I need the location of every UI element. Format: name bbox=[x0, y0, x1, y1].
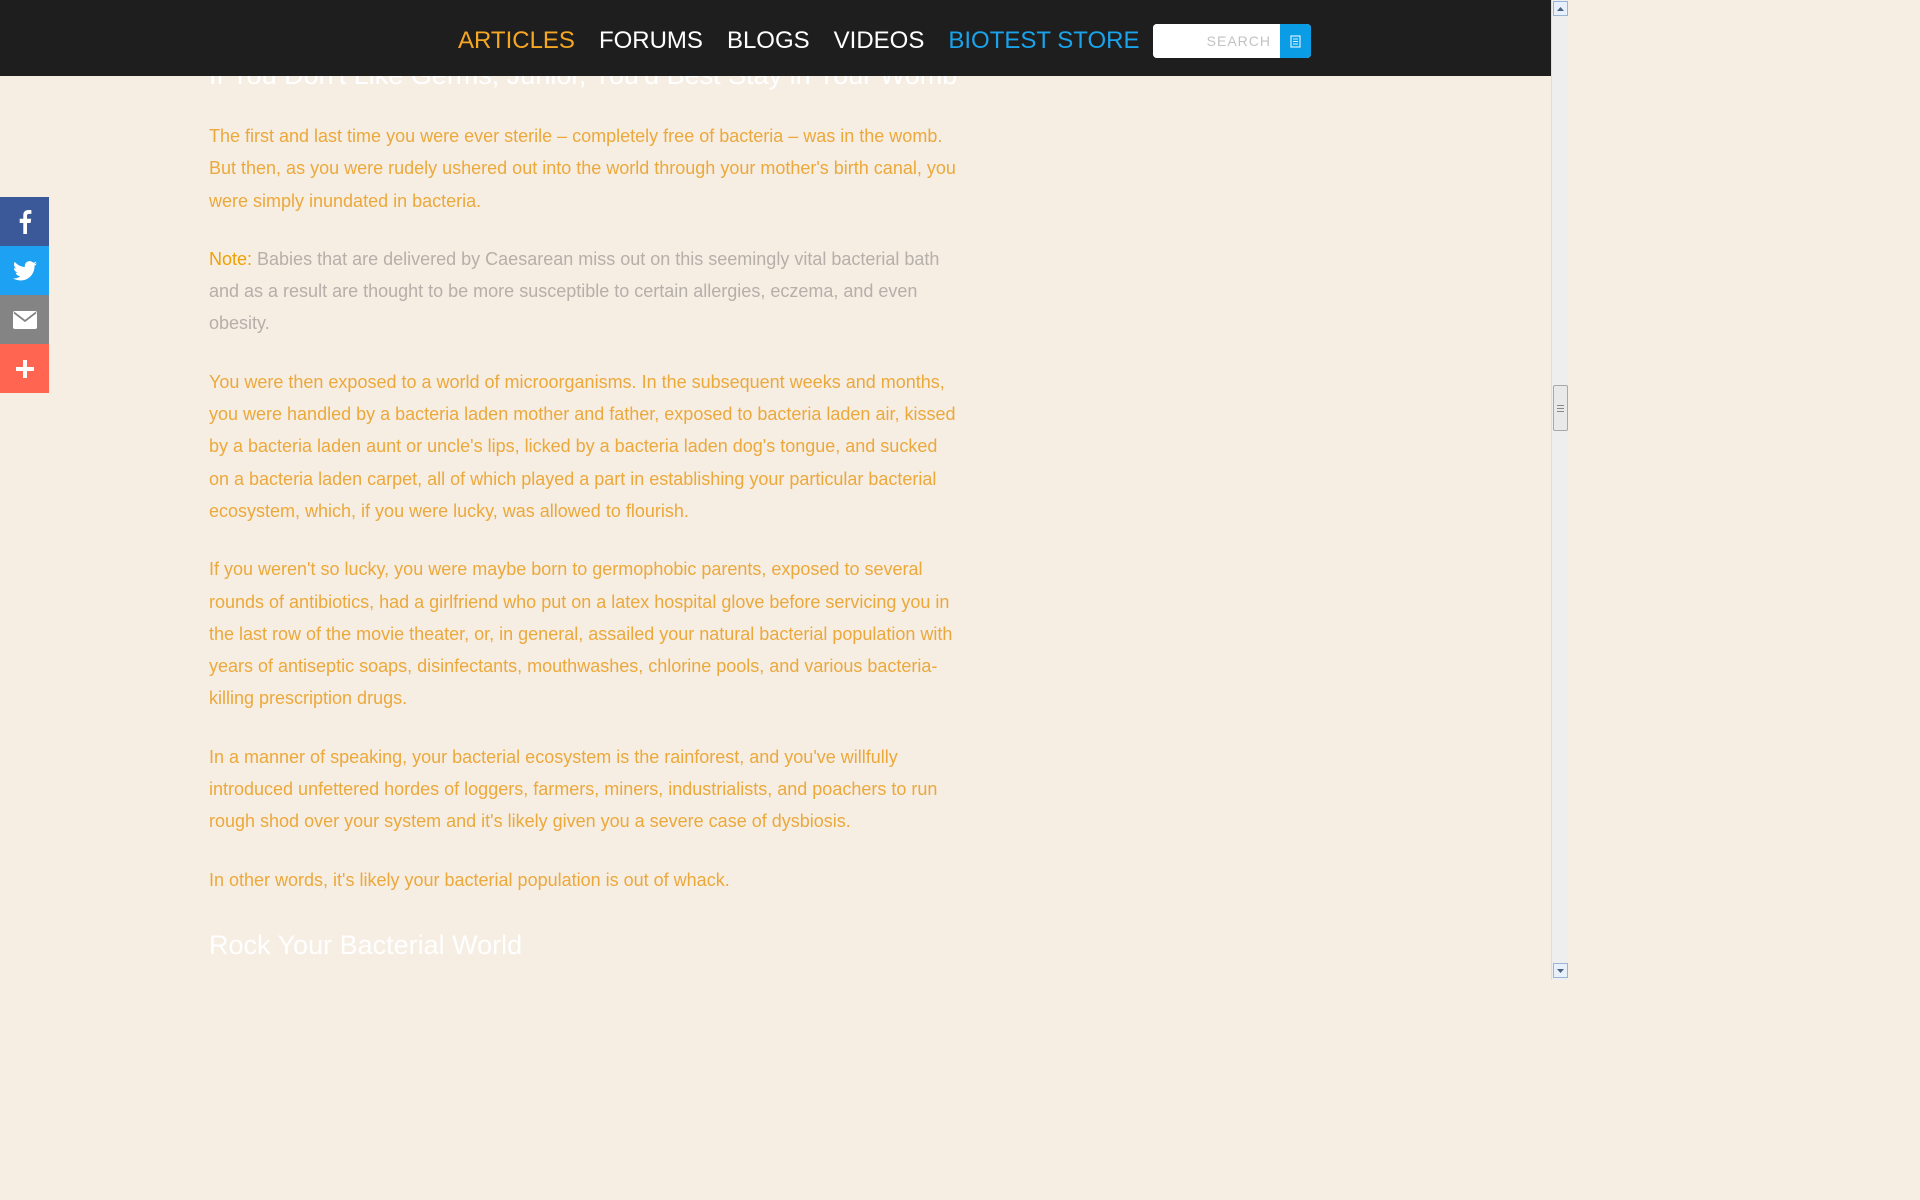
nav-biotest-store[interactable]: BIOTEST STORE bbox=[948, 27, 1139, 55]
vertical-scrollbar[interactable] bbox=[1551, 0, 1568, 980]
scroll-thumb[interactable] bbox=[1553, 385, 1568, 431]
top-navigation-bar: ARTICLES FORUMS BLOGS VIDEOS BIOTEST STO… bbox=[0, 0, 1551, 76]
paragraph-5: In other words, it's likely your bacteri… bbox=[209, 869, 730, 890]
more-share-button[interactable] bbox=[0, 344, 49, 393]
note-text: Babies that are delivered by Caesarean m… bbox=[209, 248, 940, 334]
nav-blogs[interactable]: BLOGS bbox=[727, 27, 810, 55]
article-body: The first and last time you were ever st… bbox=[209, 120, 957, 922]
search-button[interactable] bbox=[1280, 24, 1311, 58]
scroll-up-button[interactable] bbox=[1553, 1, 1568, 16]
grip-icon bbox=[1557, 404, 1564, 412]
note-label: Note: bbox=[209, 248, 253, 269]
section-heading-rock: Rock Your Bacterial World bbox=[209, 930, 523, 960]
plus-icon bbox=[15, 359, 34, 378]
twitter-icon bbox=[12, 260, 37, 280]
email-icon bbox=[12, 310, 37, 329]
search-box bbox=[1153, 24, 1311, 58]
paragraph-3: If you weren't so lucky, you were maybe … bbox=[209, 559, 953, 709]
facebook-share-button[interactable] bbox=[0, 197, 49, 246]
arrow-up-icon bbox=[1557, 6, 1564, 11]
nav-videos[interactable]: VIDEOS bbox=[834, 27, 925, 55]
note-paragraph: Note: Babies that are delivered by Caesa… bbox=[209, 243, 957, 340]
arrow-down-icon bbox=[1557, 968, 1564, 973]
email-share-button[interactable] bbox=[0, 295, 49, 344]
facebook-icon bbox=[19, 209, 31, 234]
search-input[interactable] bbox=[1153, 24, 1279, 58]
scroll-down-button[interactable] bbox=[1553, 963, 1568, 978]
paragraph-1: The first and last time you were ever st… bbox=[209, 126, 956, 211]
main-nav: ARTICLES FORUMS BLOGS VIDEOS BIOTEST STO… bbox=[458, 27, 1164, 55]
paragraph-4: In a manner of speaking, your bacterial … bbox=[209, 746, 938, 832]
paragraph-2: You were then exposed to a world of micr… bbox=[209, 371, 956, 521]
share-bar bbox=[0, 197, 49, 393]
nav-forums[interactable]: FORUMS bbox=[599, 27, 703, 55]
search-icon bbox=[1290, 34, 1301, 48]
nav-articles[interactable]: ARTICLES bbox=[458, 27, 575, 55]
twitter-share-button[interactable] bbox=[0, 246, 49, 295]
